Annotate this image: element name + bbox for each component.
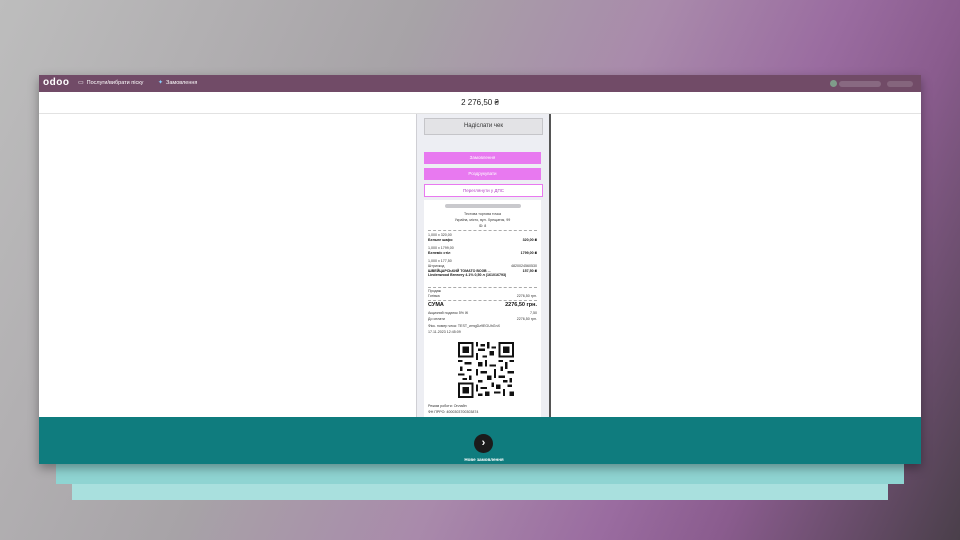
rro-label: ФН ПРРО: 4000303700303874	[428, 410, 479, 414]
company-name-blurred	[445, 204, 521, 208]
excise-amount: 7,50	[530, 311, 537, 315]
line3-desc: ШВЕЙЦАРСЬКИЙ TOMATO ВОЗВ ... Lindenwood …	[428, 269, 507, 277]
divider	[428, 287, 537, 288]
line2: Белеміс стіл 1799,00 ₴	[428, 251, 537, 255]
order-button[interactable]: Замовлення	[424, 152, 541, 164]
new-order-button[interactable]: ›	[474, 434, 493, 453]
session-menu[interactable]	[887, 81, 913, 87]
line3-desc-row: ШВЕЙЦАРСЬКИЙ TOMATO ВОЗВ ... Lindenwood …	[428, 269, 537, 277]
mode-label: Режим роботи: Онлайн	[428, 404, 467, 408]
line2-name: Белеміс стіл	[428, 251, 451, 255]
receipt: Тестова торгова точка Україна, місто, ву…	[424, 200, 541, 417]
sum-amount: 2276,50 грн.	[505, 302, 537, 308]
fiscal-number: Фіск. номер чека: TEST_wmgDz9EGUhGnX	[428, 324, 501, 328]
orders-nav-label: Замовлення	[166, 79, 198, 86]
line1: Бельне шафо 320,00 ₴	[428, 238, 537, 242]
sales-label: Продаж	[428, 289, 442, 293]
divider	[428, 300, 537, 301]
receipt-panel: Надіслати чек Замовлення Роздрукувати Пе…	[416, 114, 551, 417]
cash-label: Готівка	[428, 294, 440, 298]
excise-label: Акцизний податок 5% Ж	[428, 311, 469, 315]
new-order-label: Нове замовлення	[464, 457, 504, 462]
chevron-right-icon: ›	[481, 437, 486, 449]
line3-qty: 1,000 x 177,50	[428, 259, 452, 263]
sum-label: СУМА	[428, 302, 444, 308]
order-total: 2 276,50 ₴	[39, 92, 921, 114]
sum-row: СУМА 2276,50 грн.	[428, 302, 537, 308]
qr-code	[458, 342, 514, 398]
odoo-logo[interactable]: odoo	[43, 77, 69, 88]
cash-amount: 2276,50 грн.	[516, 294, 537, 298]
line2-qty: 1,000 x 1799,00	[428, 246, 454, 250]
line1-amount: 320,00 ₴	[522, 238, 537, 242]
print-button[interactable]: Роздрукувати	[424, 168, 541, 180]
line3-barcode: 4820024560530	[511, 264, 537, 268]
line3: Штрихкод 4820024560530	[428, 264, 537, 268]
line1-qty: 1,000 x 320,00	[428, 233, 452, 237]
store-name: Тестова торгова точка	[463, 212, 501, 216]
view-dps-button[interactable]: Переглянути у ДПС	[424, 184, 543, 197]
line2-amount: 1799,00 ₴	[520, 251, 537, 255]
pos-window: odoo ▭ Послуги/вибрати піску ✦ Замовленн…	[39, 75, 921, 464]
cash-row: Готівка 2276,50 грн.	[428, 294, 537, 298]
status-indicator	[830, 80, 837, 87]
footer-bar: › Нове замовлення	[39, 417, 921, 464]
top-navbar: odoo ▭ Послуги/вибрати піску ✦ Замовленн…	[39, 75, 921, 92]
line1-name: Бельне шафо	[428, 238, 453, 242]
store-address: Україна, місто, вул. Хрещатик, 99	[454, 218, 511, 222]
topay-row: До сплати 2276,50 грн.	[428, 317, 537, 321]
orders-nav[interactable]: ✦ Замовлення	[158, 79, 198, 87]
topay-amount: 2276,50 грн.	[516, 317, 537, 321]
divider	[428, 230, 537, 231]
line3-amount: 157,50 ₴	[522, 269, 537, 273]
store-id: ID: 8	[478, 224, 487, 228]
excise-row: Акцизний податок 5% Ж 7,50	[428, 311, 537, 315]
user-menu[interactable]	[839, 81, 881, 87]
sparkle-icon: ✦	[158, 80, 164, 86]
send-receipt-button[interactable]: Надіслати чек	[424, 118, 543, 135]
products-nav-label: Послуги/вибрати піску	[86, 79, 144, 86]
topay-label: До сплати	[428, 317, 445, 321]
receipt-datetime: 17.11.2023 12:45:09	[428, 330, 461, 334]
line3-name: Штрихкод	[428, 264, 445, 268]
table-icon: ▭	[78, 80, 84, 86]
products-nav[interactable]: ▭ Послуги/вибрати піску	[78, 79, 144, 87]
